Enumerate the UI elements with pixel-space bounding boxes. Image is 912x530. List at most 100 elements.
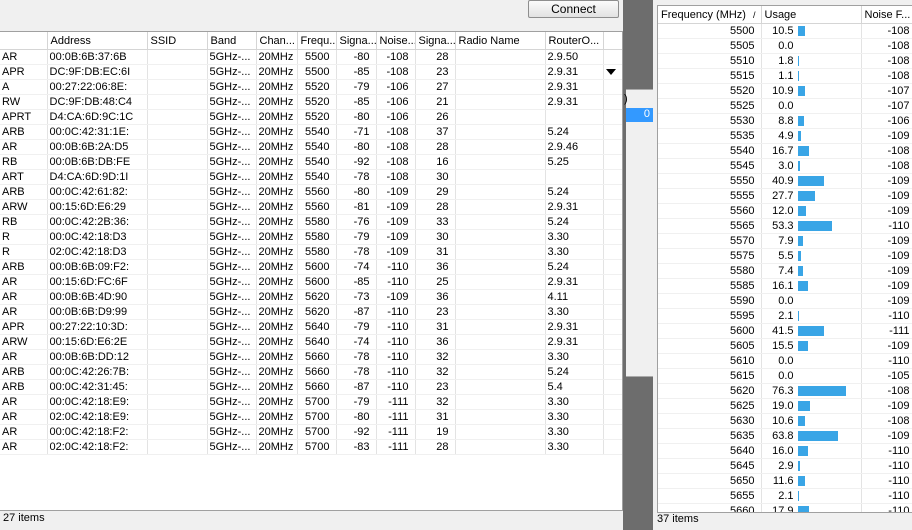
table-row[interactable]: 5590 0.0 -109 [658, 293, 912, 309]
selected-row[interactable]: 0 [626, 108, 653, 122]
column-header-radio-name[interactable]: Radio Name [455, 32, 546, 50]
table-row[interactable]: 5640 16.0 -110 [658, 443, 912, 459]
table-row[interactable]: 5655 2.1 -110 [658, 488, 912, 504]
table-row[interactable]: 5505 0.0 -108 [658, 38, 912, 54]
column-header-usage[interactable]: Usage [761, 6, 862, 24]
cell-routeros-version: 5.24 [545, 364, 604, 380]
table-row[interactable]: APR DC:9F:DB:EC:6I 5GHz-... 20MHz 5500 -85 -10… [0, 64, 622, 80]
cell-empty [603, 439, 622, 455]
table-row[interactable]: ARB 00:0C:42:26:7B: 5GHz-... 20MHz 5660 -78 -1… [0, 364, 622, 380]
column-header-signal-strength[interactable]: Signa... [336, 32, 377, 50]
table-row[interactable]: 5525 0.0 -107 [658, 98, 912, 114]
table-row[interactable]: 5500 10.5 -108 [658, 23, 912, 39]
table-row[interactable]: 5595 2.1 -110 [658, 308, 912, 324]
cell-empty [603, 214, 622, 230]
column-menu[interactable] [603, 32, 622, 50]
table-row[interactable]: APR 00:27:22:10:3D: 5GHz-... 20MHz 5640 -79 -1… [0, 319, 622, 335]
cell-frequency: 5610 [658, 353, 762, 369]
table-row[interactable]: 5550 40.9 -109 [658, 173, 912, 189]
table-row[interactable]: AR 00:0B:6B:4D:90 5GHz-... 20MHz 5620 -73 -109… [0, 289, 622, 305]
column-header-address[interactable]: Address [47, 32, 148, 50]
cell-usage: 19.0 [761, 398, 862, 414]
frequency-usage-table[interactable]: Frequency (MHz) / Usage Noise F... 5500 1… [657, 5, 912, 513]
table-row[interactable]: 5635 63.8 -109 [658, 428, 912, 444]
table-row[interactable]: AR 00:0B:6B:DD:12 5GHz-... 20MHz 5660 -78 -110… [0, 349, 622, 365]
table-row[interactable]: 5510 1.8 -108 [658, 53, 912, 69]
table-row[interactable]: ARW 00:15:6D:E6:29 5GHz-... 20MHz 5560 -81 -10… [0, 199, 622, 215]
table-row[interactable]: AR 00:0C:42:18:F2: 5GHz-... 20MHz 5700 -92 -11… [0, 424, 622, 440]
table-row[interactable]: 5660 17.9 -110 [658, 503, 912, 512]
table-row[interactable]: 5535 4.9 -109 [658, 128, 912, 144]
table-row[interactable]: A 00:27:22:06:8E: 5GHz-... 20MHz 5520 -79 -106… [0, 79, 622, 95]
column-header-noise-floor[interactable]: Noise... [376, 32, 416, 50]
table-row[interactable]: AR 02:0C:42:18:F2: 5GHz-... 20MHz 5700 -83 -11… [0, 439, 622, 455]
cell-routeros-version: 2.9.31 [545, 319, 604, 335]
table-row[interactable]: ART D4:CA:6D:9D:1I 5GHz-... 20MHz 5540 -78 -10… [0, 169, 622, 185]
column-header-channel-width[interactable]: Chan... [256, 32, 298, 50]
table-row[interactable]: AR 00:0B:6B:37:6B 5GHz-... 20MHz 5500 -80 -108… [0, 49, 622, 65]
cell-frequency: 5590 [658, 293, 762, 309]
column-header-noise-floor[interactable]: Noise F... [861, 6, 912, 24]
table-row[interactable]: 5555 27.7 -109 [658, 188, 912, 204]
table-row[interactable]: AR 00:0B:6B:D9:99 5GHz-... 20MHz 5620 -87 -110… [0, 304, 622, 320]
cell-address: DC:9F:DB:EC:6I [47, 64, 148, 80]
connect-button[interactable]: Connect [528, 0, 619, 18]
table-row[interactable]: 5625 19.0 -109 [658, 398, 912, 414]
column-header-routeros-version[interactable]: RouterO... [545, 32, 604, 50]
table-row[interactable]: 5585 16.1 -109 [658, 278, 912, 294]
cell-band: 5GHz-... [207, 259, 257, 275]
table-row[interactable]: ARB 00:0B:6B:09:F2: 5GHz-... 20MHz 5600 -74 -1… [0, 259, 622, 275]
table-row[interactable]: APRT D4:CA:6D:9C:1C 5GHz-... 20MHz 5520 -80 -1… [0, 109, 622, 125]
table-row[interactable]: 5620 76.3 -108 [658, 383, 912, 399]
table-row[interactable]: ARB 00:0C:42:31:45: 5GHz-... 20MHz 5660 -87 -1… [0, 379, 622, 395]
table-row[interactable]: AR 00:15:6D:FC:6F 5GHz-... 20MHz 5600 -85 -110… [0, 274, 622, 290]
table-row[interactable]: ARW 00:15:6D:E6:2E 5GHz-... 20MHz 5640 -74 -11… [0, 334, 622, 350]
column-header-flags[interactable] [0, 32, 48, 50]
sort-dropdown-icon[interactable] [606, 69, 616, 75]
table-row[interactable]: RB 00:0C:42:2B:36: 5GHz-... 20MHz 5580 -76 -10… [0, 214, 622, 230]
cell-noise-floor: -107 [861, 83, 912, 99]
cell-noise-floor: -110 [861, 488, 912, 504]
usage-value: 5.5 [778, 250, 794, 262]
table-row[interactable]: 5645 2.9 -110 [658, 458, 912, 474]
table-row[interactable]: 5570 7.9 -109 [658, 233, 912, 249]
table-row[interactable]: 5530 8.8 -106 [658, 113, 912, 129]
table-row[interactable]: 5650 11.6 -110 [658, 473, 912, 489]
table-row[interactable]: ARB 00:0C:42:61:82: 5GHz-... 20MHz 5560 -80 -1… [0, 184, 622, 200]
table-row[interactable]: ARB 00:0C:42:31:1E: 5GHz-... 20MHz 5540 -71 -1… [0, 124, 622, 140]
table-row[interactable]: 5560 12.0 -109 [658, 203, 912, 219]
table-row[interactable]: 5515 1.1 -108 [658, 68, 912, 84]
cell-band: 5GHz-... [207, 334, 257, 350]
table-row[interactable]: AR 02:0C:42:18:E9: 5GHz-... 20MHz 5700 -80 -11… [0, 409, 622, 425]
table-row[interactable]: R 00:0C:42:18:D3 5GHz-... 20MHz 5580 -79 -109 3… [0, 229, 622, 245]
table-row[interactable]: RB 00:0B:6B:DB:FE 5GHz-... 20MHz 5540 -92 -108… [0, 154, 622, 170]
table-row[interactable]: 5545 3.0 -108 [658, 158, 912, 174]
table-row[interactable]: 5520 10.9 -107 [658, 83, 912, 99]
scan-results-table[interactable]: Address SSID Band Chan... Frequ... Signa... No… [0, 31, 623, 511]
cell-channel-width: 20MHz [256, 154, 298, 170]
table-row[interactable]: AR 00:0C:42:18:E9: 5GHz-... 20MHz 5700 -79 -11… [0, 394, 622, 410]
table-row[interactable]: 5610 0.0 -110 [658, 353, 912, 369]
table-row[interactable]: 5605 15.5 -109 [658, 338, 912, 354]
table-row[interactable]: R 02:0C:42:18:D3 5GHz-... 20MHz 5580 -78 -109 3… [0, 244, 622, 260]
column-header-ssid[interactable]: SSID [147, 32, 208, 50]
table-row[interactable]: 5630 10.6 -108 [658, 413, 912, 429]
cell-noise-floor: -109 [861, 428, 912, 444]
table-row[interactable]: 5540 16.7 -108 [658, 143, 912, 159]
cell-channel-width: 20MHz [256, 289, 298, 305]
table-row[interactable]: RW DC:9F:DB:48:C4 5GHz-... 20MHz 5520 -85 -106… [0, 94, 622, 110]
column-header-snr[interactable]: Signa... [415, 32, 456, 50]
table-row[interactable]: 5575 5.5 -109 [658, 248, 912, 264]
table-row[interactable]: 5600 41.5 -111 [658, 323, 912, 339]
cell-noise-floor: -109 [376, 229, 416, 245]
cell-flags: ART [0, 169, 48, 185]
column-header-frequency[interactable]: Frequency (MHz) / [658, 6, 762, 24]
table-row[interactable]: 5580 7.4 -109 [658, 263, 912, 279]
column-header-frequency[interactable]: Frequ... [297, 32, 337, 50]
cell-usage: 1.8 [761, 53, 862, 69]
column-header-band[interactable]: Band [207, 32, 257, 50]
usage-bar [797, 116, 804, 126]
table-row[interactable]: 5615 0.0 -105 [658, 368, 912, 384]
table-row[interactable]: AR 00:0B:6B:2A:D5 5GHz-... 20MHz 5540 -80 -108… [0, 139, 622, 155]
table-row[interactable]: 5565 53.3 -110 [658, 218, 912, 234]
